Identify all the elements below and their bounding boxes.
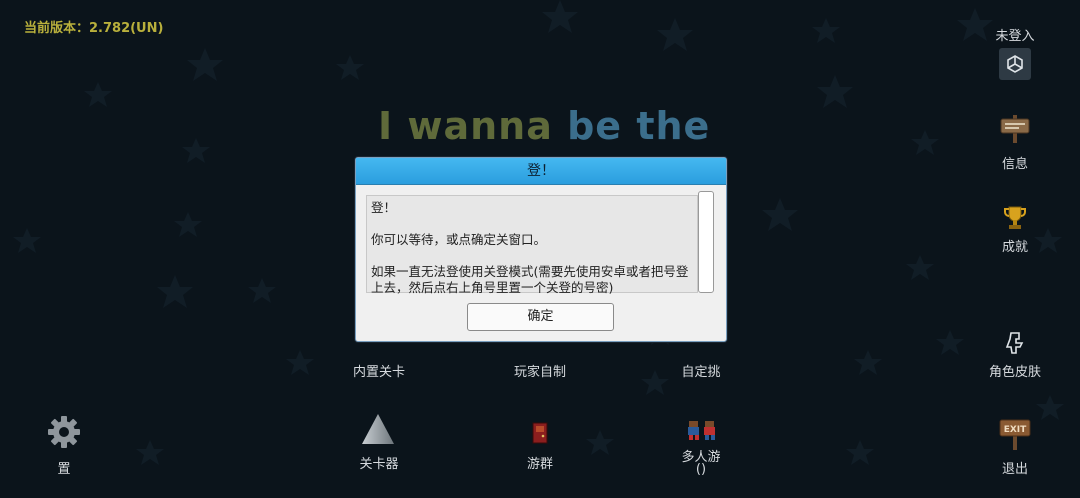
custom-challenge-button[interactable]: 自定挑 — [662, 361, 740, 380]
dialog-line-2: 你可以等待，或点确定关窗口。 — [371, 232, 547, 247]
multiplayer-sublabel: () — [695, 462, 707, 477]
gear-icon — [48, 416, 80, 448]
settings-label: 置 — [57, 462, 71, 477]
dialog-line-1: 登！ — [371, 200, 397, 215]
achievements-label: 成就 — [1001, 240, 1028, 255]
svg-text:EXIT: EXIT — [1004, 425, 1027, 435]
login-status: 未登入 — [995, 29, 1035, 44]
login-dialog: 登！ 登！ 你可以等待，或点确定关窗口。 如果一直无法登使用关登模式(需要先使用… — [355, 157, 727, 342]
achievements-button[interactable] — [1000, 203, 1030, 233]
players-icon — [688, 421, 715, 440]
dialog-message: 登！ 你可以等待，或点确定关窗口。 如果一直无法登使用关登模式(需要先使用安卓或… — [366, 195, 698, 295]
exit-button[interactable]: EXIT — [998, 416, 1032, 450]
level-editor-button[interactable] — [360, 412, 396, 446]
title-part1: I wanna — [378, 104, 553, 148]
dialog-title: 登！ — [356, 158, 726, 185]
triangle-icon — [362, 414, 394, 444]
dialog-line-3: 如果一直无法登使用关登模式(需要先使用安卓或者把号登上去，然后点右上角号里置一个… — [371, 264, 689, 295]
skins-button[interactable] — [1000, 327, 1030, 357]
ok-button[interactable]: 确定 — [467, 303, 614, 331]
game-title-logo: I wanna be the — [378, 104, 710, 148]
door-icon — [532, 422, 548, 444]
exit-sign-icon: EXIT — [999, 419, 1031, 450]
player-made-button[interactable]: 玩家自制 — [501, 361, 579, 380]
builtin-levels-button[interactable]: 内置关卡 — [340, 361, 418, 380]
skins-label: 角色皮肤 — [988, 365, 1041, 380]
info-button[interactable] — [998, 112, 1032, 144]
dialog-scrollbar[interactable] — [698, 191, 714, 293]
level-editor-label: 关卡器 — [359, 457, 399, 472]
game-group-label: 游群 — [526, 457, 553, 472]
trophy-icon — [1004, 206, 1026, 229]
signboard-icon — [1000, 115, 1030, 143]
version-label: 当前版本：2.782(UN) — [24, 21, 164, 36]
account-button[interactable] — [999, 48, 1031, 80]
multiplayer-button[interactable] — [684, 418, 720, 442]
exit-label: 退出 — [1001, 462, 1028, 477]
title-part2: be the — [567, 104, 711, 148]
info-label: 信息 — [1001, 157, 1028, 172]
game-group-button[interactable] — [528, 421, 552, 445]
settings-button[interactable] — [47, 415, 81, 449]
character-icon — [1005, 332, 1024, 354]
unity-icon — [1007, 55, 1023, 73]
